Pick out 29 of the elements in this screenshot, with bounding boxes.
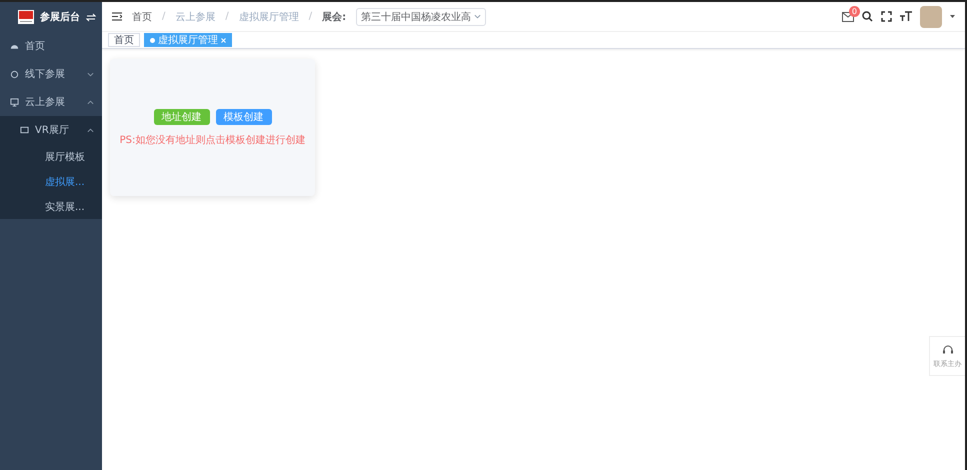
page-tab[interactable]: 首页	[108, 33, 140, 47]
caret-icon[interactable]	[950, 15, 955, 18]
chevron-icon	[87, 128, 94, 132]
menu-item[interactable]: 虚拟展...	[0, 169, 102, 194]
logo-icon	[18, 10, 34, 24]
close-icon[interactable]	[221, 38, 226, 42]
breadcrumb-separator: /	[162, 11, 166, 22]
font-size-icon[interactable]	[900, 11, 912, 22]
chevron-icon	[87, 72, 94, 76]
menu-item[interactable]: VR展厅	[0, 116, 102, 144]
headset-icon	[942, 344, 954, 356]
breadcrumb-separator: /	[225, 11, 229, 22]
chevron-icon	[474, 14, 482, 19]
search-icon[interactable]	[862, 11, 873, 22]
menu-item[interactable]: 展厅模板	[0, 144, 102, 169]
message-count-badge: 0	[848, 6, 860, 16]
breadcrumb-item[interactable]: 首页	[132, 10, 152, 24]
fullscreen-icon[interactable]	[881, 11, 892, 22]
switch-icon[interactable]	[86, 12, 96, 22]
active-dot-icon	[150, 38, 155, 42]
hint-text: PS:如您没有地址则点击模板创建进行创建	[120, 134, 306, 146]
menu-item[interactable]: 实景展...	[0, 194, 102, 219]
chevron-icon	[87, 100, 94, 104]
menu-icon[interactable]	[112, 12, 122, 21]
exhibition-label: 展会:	[322, 10, 346, 24]
brand-title: 参展后台	[40, 10, 80, 24]
monitor-icon	[10, 98, 19, 106]
breadcrumb-separator: /	[308, 11, 312, 22]
exhibition-select[interactable]: 第三十届中国杨凌农业高	[356, 8, 486, 26]
